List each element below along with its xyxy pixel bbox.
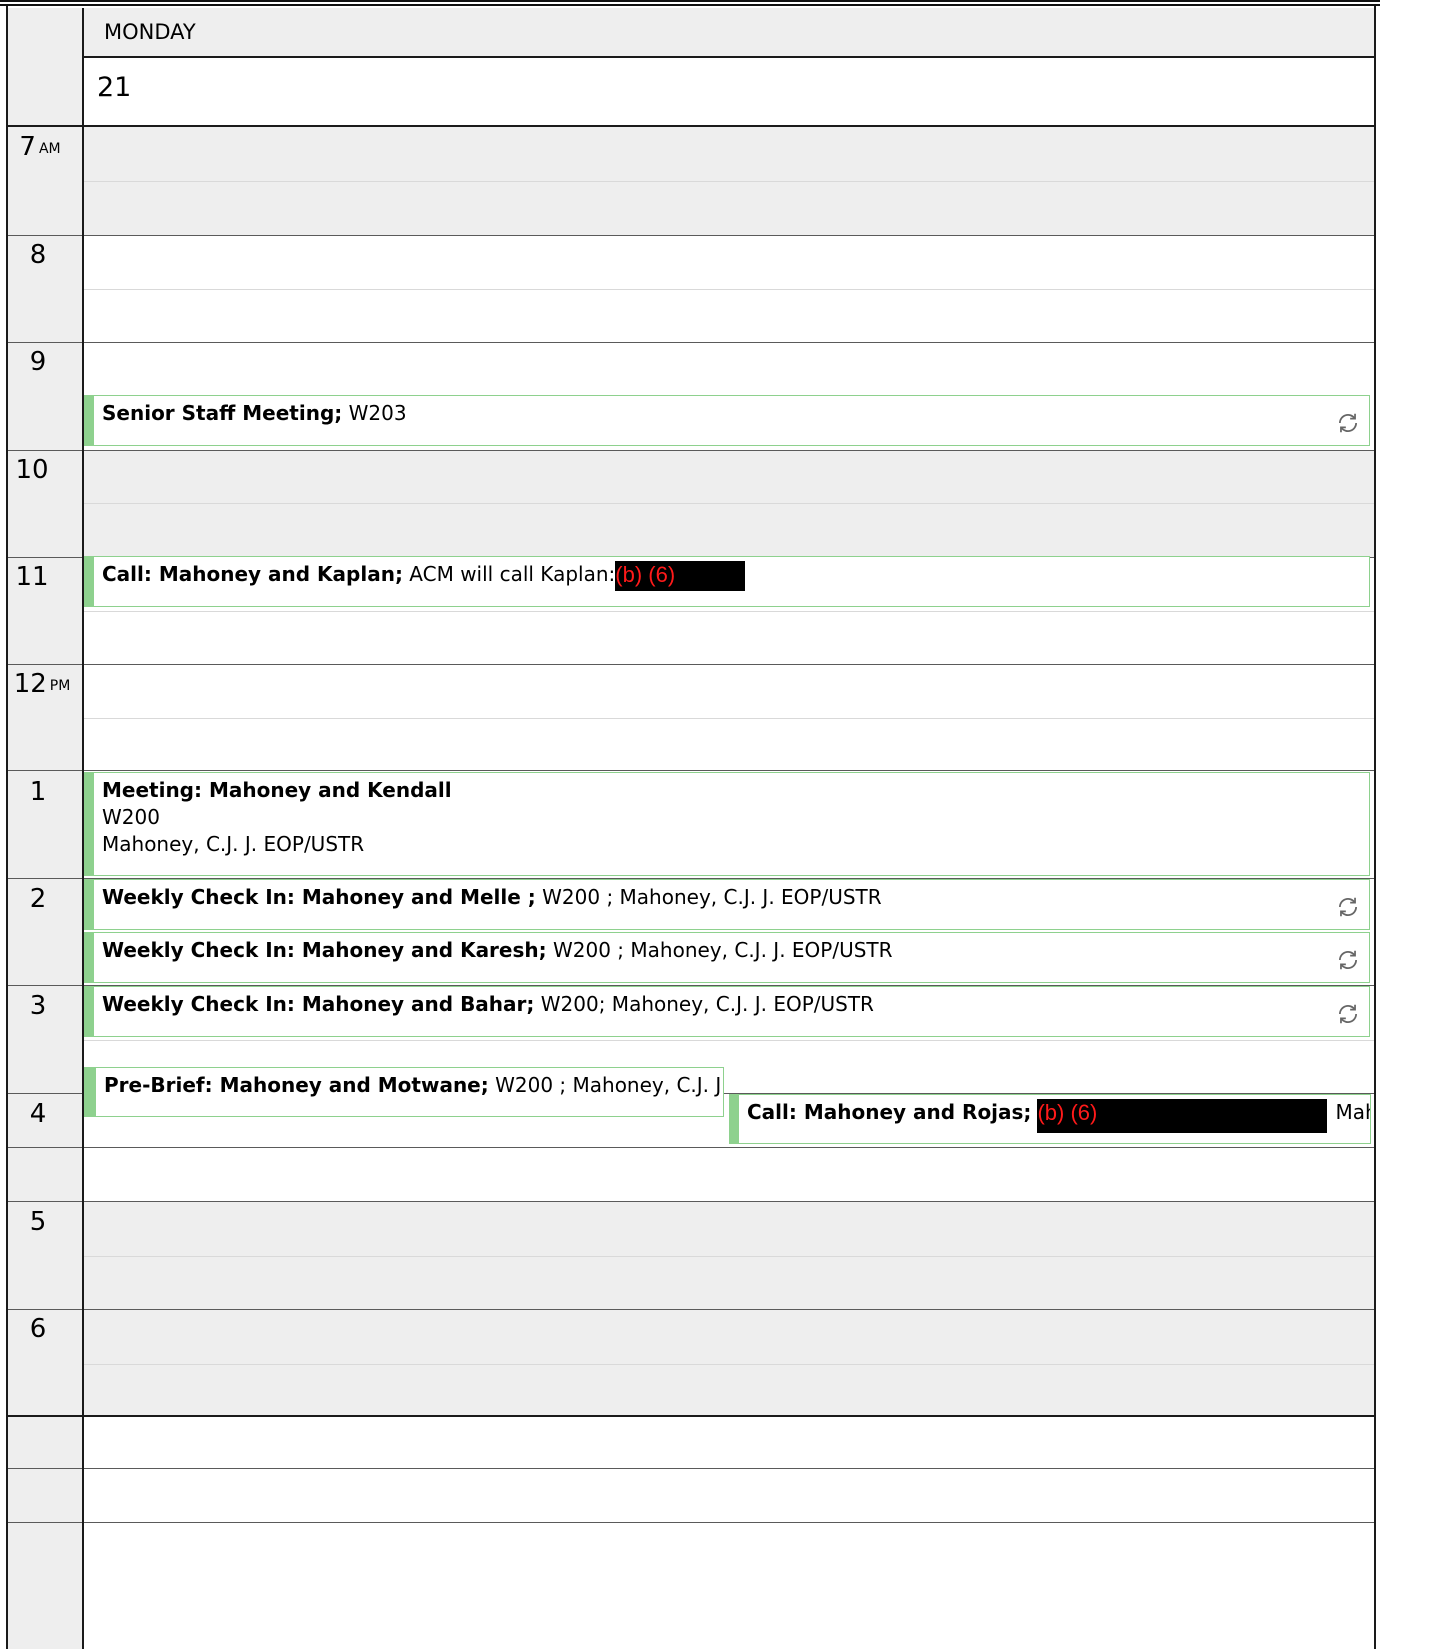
- hour-divider: [8, 125, 1376, 127]
- slot-6pm[interactable]: [84, 1310, 1374, 1416]
- event-organizer: Mahoney, C.J. J. EOP/USTR: [102, 832, 365, 856]
- hour-divider: [8, 1201, 1374, 1202]
- right-border: [1374, 6, 1376, 1649]
- day-number: 21: [97, 72, 132, 103]
- recurring-icon: [1339, 1004, 1357, 1024]
- hour-divider: [8, 450, 1374, 451]
- hour-label-5: 5: [29, 1207, 47, 1237]
- half-hour-line: [84, 1364, 1374, 1365]
- event-title: Weekly Check In: Mahoney and Bahar;: [102, 992, 535, 1016]
- half-hour-line: [8, 1147, 1374, 1148]
- hour-label-6: 6: [29, 1314, 47, 1344]
- half-hour-line: [84, 503, 1374, 504]
- event-title: Weekly Check In: Mahoney and Melle ;: [102, 885, 536, 909]
- event-call-mahoney-kaplan[interactable]: Call: Mahoney and Kaplan; ACM will call …: [84, 556, 1370, 607]
- redaction-block: (b) (6): [1037, 1099, 1328, 1133]
- event-title: Call: Mahoney and Kaplan;: [102, 562, 403, 586]
- extra-row: [84, 1523, 1374, 1649]
- event-senior-staff-meeting[interactable]: Senior Staff Meeting; W203: [84, 395, 1370, 446]
- recurring-icon: [1339, 950, 1357, 970]
- event-detail: W200; Mahoney, C.J. J. EOP/USTR: [534, 992, 874, 1016]
- event-title: Pre-Brief: Mahoney and Motwane;: [104, 1073, 489, 1097]
- event-location: W200: [102, 805, 160, 829]
- hour-divider: [8, 235, 1374, 236]
- hour-label-1: 1: [29, 777, 47, 807]
- hour-divider: [8, 770, 1374, 771]
- hour-label-2: 2: [29, 884, 47, 914]
- extra-row: [84, 1417, 1374, 1468]
- day-calendar: MONDAY 21 7 AM 8 9 10 11 12 PM 1 2 3 4 5…: [0, 0, 1452, 1649]
- event-weekly-check-in-bahar[interactable]: Weekly Check In: Mahoney and Bahar; W200…: [84, 986, 1370, 1037]
- hour-label-12: 12 PM: [13, 669, 71, 699]
- event-title: Call: Mahoney and Rojas;: [747, 1100, 1032, 1124]
- day-header: MONDAY: [84, 8, 1374, 56]
- half-hour-line: [84, 1256, 1374, 1257]
- event-detail: ACM will call Kaplan:: [402, 562, 616, 586]
- event-detail: W200 ; Mahoney, C.J. J. EOP/US: [495, 1073, 723, 1097]
- hour-label-4: 4: [29, 1099, 47, 1129]
- event-detail: Mahoney: [1335, 1100, 1370, 1124]
- event-title: Meeting: Mahoney and Kendall: [102, 778, 452, 802]
- event-pre-brief-mahoney-motwane[interactable]: Pre-Brief: Mahoney and Motwane; W200 ; M…: [84, 1067, 724, 1117]
- day-number-cell[interactable]: 21: [84, 56, 1374, 126]
- hour-label-10: 10: [15, 455, 49, 485]
- event-weekly-check-in-melle[interactable]: Weekly Check In: Mahoney and Melle ; W20…: [84, 879, 1370, 930]
- hour-label-11: 11: [15, 562, 49, 592]
- half-hour-line: [84, 289, 1374, 290]
- event-title: Weekly Check In: Mahoney and Karesh;: [102, 938, 547, 962]
- half-hour-line: [84, 1040, 1374, 1041]
- slot-10am[interactable]: [84, 450, 1374, 558]
- half-hour-line: [84, 718, 1374, 719]
- half-hour-line: [84, 611, 1374, 612]
- half-hour-line: [84, 181, 1374, 182]
- day-name: MONDAY: [104, 20, 196, 44]
- hour-label-3: 3: [29, 991, 47, 1021]
- event-detail: W200 ; Mahoney, C.J. J. EOP/USTR: [546, 938, 893, 962]
- extra-row: [84, 1469, 1374, 1522]
- hour-divider: [8, 664, 1374, 665]
- event-weekly-check-in-karesh[interactable]: Weekly Check In: Mahoney and Karesh; W20…: [84, 932, 1370, 983]
- hour-divider: [8, 342, 1374, 343]
- hour-label-9: 9: [29, 347, 47, 377]
- top-border: [0, 0, 1380, 6]
- event-call-mahoney-rojas[interactable]: Call: Mahoney and Rojas;(b) (6) Mahoney: [729, 1094, 1371, 1144]
- hour-label-8: 8: [29, 240, 47, 270]
- event-detail: W203: [342, 401, 407, 425]
- redaction-block: (b) (6): [615, 561, 746, 591]
- event-title: Senior Staff Meeting;: [102, 401, 343, 425]
- hour-label-7: 7 AM: [19, 132, 61, 162]
- event-meeting-mahoney-kendall[interactable]: Meeting: Mahoney and Kendall W200 Mahone…: [84, 772, 1370, 876]
- hour-divider: [8, 1309, 1374, 1310]
- event-detail: W200 ; Mahoney, C.J. J. EOP/USTR: [535, 885, 882, 909]
- recurring-icon: [1339, 897, 1357, 917]
- recurring-icon: [1339, 413, 1357, 433]
